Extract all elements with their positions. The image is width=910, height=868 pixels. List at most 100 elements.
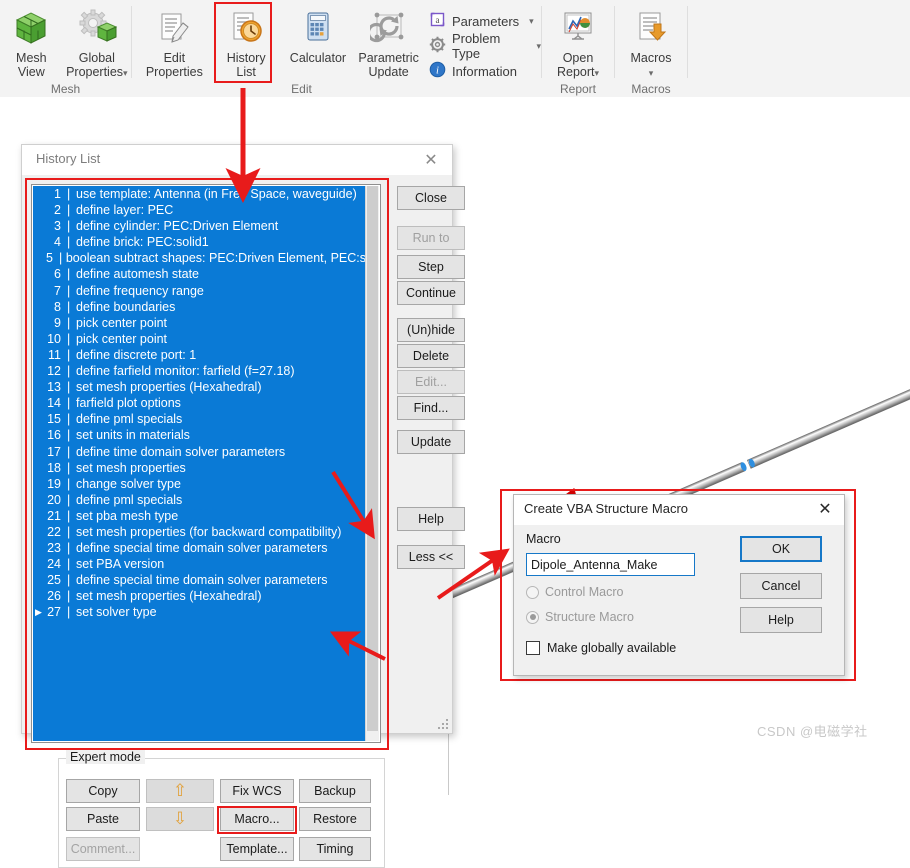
- history-item-separator: |: [67, 283, 71, 298]
- history-list-item[interactable]: 10 | pick center point: [33, 331, 366, 347]
- history-item-text: define special time domain solver parame…: [76, 541, 328, 556]
- history-list-item[interactable]: 24 | set PBA version: [33, 556, 366, 572]
- chevron-down-icon[interactable]: ▾: [536, 41, 541, 52]
- history-list-scrollbar[interactable]: [365, 186, 379, 741]
- ribbon-button-parametric-update[interactable]: Parametric Update: [354, 4, 423, 82]
- history-list-item[interactable]: 16 | set units in materials: [33, 427, 366, 443]
- expert-template-button[interactable]: Template...: [220, 837, 294, 861]
- expert-move-up-button[interactable]: ⇧: [146, 779, 214, 803]
- history-list-item[interactable]: 12 | define farfield monitor: farfield (f=…: [33, 363, 366, 379]
- close-icon[interactable]: ✕: [416, 149, 446, 171]
- history-list-item[interactable]: 1 | use template: Antenna (in Free Space, …: [33, 186, 366, 202]
- history-list-item[interactable]: 21 | set pba mesh type: [33, 508, 366, 524]
- history-item-number: 19: [47, 476, 61, 491]
- radio-control-macro[interactable]: Control Macro: [526, 585, 624, 599]
- history-item-number: 27: [47, 605, 61, 620]
- expert-paste-button[interactable]: Paste: [66, 807, 140, 831]
- vba-help-button[interactable]: Help: [740, 607, 822, 633]
- close-icon[interactable]: ✕: [811, 498, 839, 520]
- ribbon-button-edit-properties[interactable]: Edit Properties: [140, 4, 209, 82]
- expert-move-down-button[interactable]: ⇩: [146, 807, 214, 831]
- ribbon-button-calculator[interactable]: Calculator: [284, 4, 353, 82]
- history-list-item[interactable]: 13 | set mesh properties (Hexahedral): [33, 379, 366, 395]
- chevron-down-icon[interactable]: ▾: [123, 68, 128, 78]
- expert-copy-button[interactable]: Copy: [66, 779, 140, 803]
- expert-restore-button[interactable]: Restore: [299, 807, 371, 831]
- vba-dialog-titlebar[interactable]: Create VBA Structure Macro ✕: [514, 495, 844, 525]
- history-unhide-button[interactable]: (Un)hide: [397, 318, 465, 342]
- vba-ok-button[interactable]: OK: [740, 536, 822, 562]
- chart-presentation-icon: [559, 8, 597, 48]
- history-list-item[interactable]: 19 | change solver type: [33, 476, 366, 492]
- ribbon-button-global-properties[interactable]: Global Properties▾: [63, 4, 131, 82]
- expert-timing-button[interactable]: Timing: [299, 837, 371, 861]
- ribbon-button-global-properties-label: Global Properties▾: [66, 51, 128, 80]
- history-list-item[interactable]: ▶ 27 | set solver type: [33, 604, 366, 620]
- parametric-refresh-icon: [369, 8, 408, 48]
- ribbon-item-problem-type[interactable]: Problem Type ▾: [429, 31, 541, 61]
- history-delete-button[interactable]: Delete: [397, 344, 465, 368]
- ribbon-button-mesh-view[interactable]: Mesh View: [0, 4, 63, 82]
- make-globally-available-checkbox-row[interactable]: Make globally available: [526, 641, 676, 655]
- history-item-text: define cylinder: PEC:Driven Element: [76, 219, 279, 234]
- history-close-button[interactable]: Close: [397, 186, 465, 210]
- resize-grip[interactable]: [436, 717, 450, 731]
- history-list-items[interactable]: 1 | use template: Antenna (in Free Space, …: [33, 186, 366, 741]
- history-list-item[interactable]: 23 | define special time domain solver par…: [33, 540, 366, 556]
- history-list-item[interactable]: 25 | define special time domain solver par…: [33, 572, 366, 588]
- ribbon-button-history-list[interactable]: History List: [215, 4, 278, 82]
- history-list-item[interactable]: 4 | define brick: PEC:solid1: [33, 234, 366, 250]
- history-item-text: set mesh properties (Hexahedral): [76, 589, 262, 604]
- history-list-item[interactable]: 17 | define time domain solver parameters: [33, 444, 366, 460]
- history-list-titlebar[interactable]: History List ✕: [22, 145, 452, 175]
- chevron-down-icon[interactable]: ▾: [649, 68, 654, 78]
- history-find-button[interactable]: Find...: [397, 396, 465, 420]
- history-list-item[interactable]: 20 | define pml specials: [33, 492, 366, 508]
- history-list-item[interactable]: 2 | define layer: PEC: [33, 202, 366, 218]
- expert-fix-wcs-button[interactable]: Fix WCS: [220, 779, 294, 803]
- radio-structure-macro[interactable]: Structure Macro: [526, 610, 634, 624]
- gear-icon: [429, 36, 446, 56]
- history-list-item[interactable]: 11 | define discrete port: 1: [33, 347, 366, 363]
- ribbon-item-information[interactable]: i Information: [429, 60, 541, 82]
- arrow-up-icon: ⇧: [172, 781, 188, 800]
- ribbon-button-edit-properties-label: Edit Properties: [146, 51, 203, 79]
- history-item-separator: |: [67, 364, 71, 379]
- chevron-down-icon[interactable]: ▾: [529, 16, 534, 27]
- ribbon-button-mesh-view-label: Mesh View: [16, 51, 47, 79]
- macro-name-input[interactable]: [526, 553, 695, 576]
- history-list-item[interactable]: 7 | define frequency range: [33, 283, 366, 299]
- history-list-item[interactable]: 5 | boolean subtract shapes: PEC:Driven El…: [33, 250, 366, 266]
- history-less-button[interactable]: Less <<: [397, 545, 465, 569]
- history-item-number: 26: [47, 589, 61, 604]
- history-list-item[interactable]: 26 | set mesh properties (Hexahedral): [33, 588, 366, 604]
- history-list-scroll-thumb[interactable]: [367, 186, 378, 731]
- history-update-button[interactable]: Update: [397, 430, 465, 454]
- history-list-item[interactable]: 6 | define automesh state: [33, 266, 366, 282]
- history-item-number: 17: [47, 444, 61, 459]
- history-list-item[interactable]: 3 | define cylinder: PEC:Driven Element: [33, 218, 366, 234]
- checkbox-icon[interactable]: [526, 641, 540, 655]
- history-list-item[interactable]: 22 | set mesh properties (for backward com…: [33, 524, 366, 540]
- label-line2: Properties: [66, 65, 124, 79]
- ribbon-item-parameters-label: Parameters: [451, 13, 520, 29]
- history-list-item[interactable]: 8 | define boundaries: [33, 299, 366, 315]
- history-list-item[interactable]: 14 | farfield plot options: [33, 395, 366, 411]
- ribbon-button-open-report[interactable]: Open Report▾: [542, 4, 614, 82]
- history-step-button[interactable]: Step: [397, 255, 465, 279]
- history-list-item[interactable]: 18 | set mesh properties: [33, 460, 366, 476]
- history-item-text: set pba mesh type: [76, 508, 179, 523]
- history-list-item[interactable]: 9 | pick center point: [33, 315, 366, 331]
- history-help-button[interactable]: Help: [397, 507, 465, 531]
- vba-cancel-button[interactable]: Cancel: [740, 573, 822, 599]
- history-continue-button[interactable]: Continue: [397, 281, 465, 305]
- csdn-watermark: CSDN @电磁学社: [757, 724, 868, 739]
- history-item-separator: |: [67, 347, 71, 362]
- expert-backup-button[interactable]: Backup: [299, 779, 371, 803]
- ribbon-item-parameters[interactable]: a Parameters ▾: [429, 10, 541, 32]
- ribbon-button-macros[interactable]: Macros ▾: [615, 4, 687, 82]
- history-listbox[interactable]: 1 | use template: Antenna (in Free Space, …: [31, 184, 381, 743]
- history-item-number: 7: [54, 283, 61, 298]
- chevron-down-icon[interactable]: ▾: [595, 68, 600, 78]
- history-list-item[interactable]: 15 | define pml specials: [33, 411, 366, 427]
